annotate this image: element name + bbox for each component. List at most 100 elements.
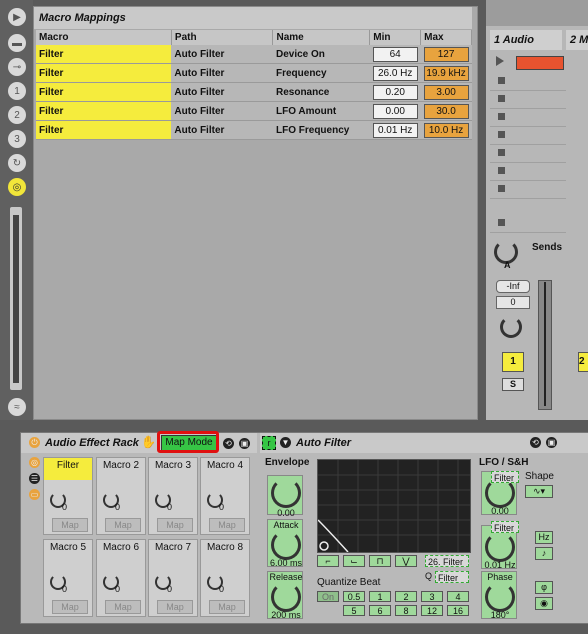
macro-map-button[interactable]: Map (209, 600, 245, 614)
release-knob[interactable]: Release 200 ms (267, 571, 303, 620)
clip-slot[interactable] (490, 108, 566, 127)
highpass-button[interactable]: ⌙ (343, 555, 365, 567)
macro-knob-7[interactable]: Macro 7 0 Map (148, 539, 198, 617)
clip-slot[interactable] (490, 126, 566, 145)
clip-slot[interactable] (490, 72, 566, 91)
quantize-16-button[interactable]: 16 (447, 605, 469, 616)
macro-cell[interactable]: Filter (36, 63, 172, 83)
col-name[interactable]: Name (272, 30, 371, 45)
track-title-2[interactable]: 2 M (566, 30, 588, 50)
table-row[interactable]: Filter Auto Filter Frequency 26.0 Hz 19.… (36, 63, 472, 83)
macro-cell[interactable]: Filter (36, 120, 172, 140)
table-row[interactable]: Filter Auto Filter Device On 64 127 (36, 45, 472, 64)
sync-mode-icon[interactable]: ♪ (535, 547, 553, 560)
quantize-8-button[interactable]: 8 (395, 605, 417, 616)
table-row[interactable]: Filter Auto Filter LFO Frequency 0.01 Hz… (36, 120, 472, 140)
macro-map-button[interactable]: Map (157, 600, 193, 614)
quantize-5-button[interactable]: 5 (343, 605, 365, 616)
macro-knob-8[interactable]: Macro 8 0 Map (200, 539, 250, 617)
lfo-frequency-filter-tag[interactable]: Filter (491, 521, 519, 533)
quantize-4-button[interactable]: 4 (447, 591, 469, 602)
frequency-field[interactable]: 26. Filter (425, 555, 469, 567)
quantize-2-button[interactable]: 2 (395, 591, 417, 602)
filter-response-display[interactable] (317, 459, 471, 553)
notch-button[interactable]: ⋁ (395, 555, 417, 567)
track-title[interactable]: 1 Audio (490, 30, 562, 50)
track-activator-2[interactable]: 2 (578, 352, 588, 372)
plug-icon[interactable]: ⊸ (8, 58, 26, 76)
hz-mode-button[interactable]: Hz (535, 531, 553, 544)
macro-view-icon[interactable]: ◎ (8, 178, 26, 196)
clip-slot[interactable] (490, 180, 566, 199)
col-max[interactable]: Max (420, 30, 472, 45)
min-field[interactable]: 26.0 Hz (372, 65, 418, 81)
quantize-3-button[interactable]: 3 (421, 591, 443, 602)
macro-map-button[interactable]: Map (105, 600, 141, 614)
lfo-amount-filter-tag[interactable]: Filter (491, 471, 519, 483)
pan-field[interactable]: 0 (496, 296, 530, 309)
hand-icon[interactable]: ✋ (141, 435, 156, 449)
quantize-0.5-button[interactable]: 0.5 (343, 591, 365, 602)
chain-list-icon[interactable]: ☰ (29, 473, 40, 484)
folder-2-icon[interactable]: 2 (8, 106, 26, 124)
collapse-icon[interactable]: ▼ (280, 437, 291, 448)
min-field[interactable]: 0.20 (372, 84, 418, 100)
max-field[interactable]: 10.0 Hz (423, 122, 469, 138)
attack-knob[interactable]: Attack 6.00 ms (267, 519, 303, 568)
col-path[interactable]: Path (171, 30, 274, 45)
clip-slot[interactable] (490, 162, 566, 181)
save-preset-icon[interactable]: ▣ (239, 438, 250, 449)
macro-knob-4[interactable]: Macro 4 0 Map (200, 457, 250, 535)
max-field[interactable]: 19.9 kHz (423, 65, 469, 81)
table-row[interactable]: Filter Auto Filter LFO Amount 0.00 30.0 (36, 101, 472, 121)
max-field[interactable]: 3.00 (423, 84, 469, 100)
waveform-icon[interactable]: ≈ (8, 398, 26, 416)
quantize-1-button[interactable]: 1 (369, 591, 391, 602)
solo-button[interactable]: S (502, 378, 524, 391)
quantize-on-button[interactable]: On (317, 591, 339, 602)
macro-map-button[interactable]: Map (105, 518, 141, 532)
bandpass-button[interactable]: ⊓ (369, 555, 391, 567)
min-field[interactable]: 0.01 Hz (372, 122, 418, 138)
stop-clip-slot[interactable] (490, 214, 566, 233)
track-activator[interactable]: 1 (502, 352, 524, 372)
hot-swap-icon[interactable]: ⟲ (223, 438, 234, 449)
quantize-6-button[interactable]: 6 (369, 605, 391, 616)
col-macro[interactable]: Macro (36, 30, 172, 45)
folder-1-icon[interactable]: 1 (8, 82, 26, 100)
q-filter-field[interactable]: Filter (435, 571, 469, 583)
save-preset-icon[interactable]: ▣ (546, 437, 557, 448)
macro-cell[interactable]: Filter (36, 45, 172, 64)
macro-knob-2[interactable]: Macro 2 0 Map (96, 457, 146, 535)
phase-mode-icon[interactable]: φ (535, 581, 553, 594)
macro-show-icon[interactable]: ◎ (29, 457, 40, 468)
col-min[interactable]: Min (369, 30, 422, 45)
spin-mode-icon[interactable]: ◉ (535, 597, 553, 610)
macro-map-button[interactable]: Map (209, 518, 245, 532)
clip-slot[interactable] (490, 90, 566, 109)
min-field[interactable]: 64 (372, 46, 418, 62)
device-on-toggle[interactable]: r (262, 436, 276, 450)
macro-map-button[interactable]: Map (52, 518, 88, 532)
volume-field[interactable]: -Inf (496, 280, 530, 293)
macro-knob-3[interactable]: Macro 3 0 Map (148, 457, 198, 535)
lfo-shape-selector[interactable]: ∿▾ (525, 485, 553, 498)
macro-map-button[interactable]: Map (52, 600, 88, 614)
refresh-icon[interactable]: ↻ (8, 154, 26, 172)
volume-fader-track[interactable] (544, 282, 546, 406)
macro-knob-1[interactable]: Filter 0 Map (43, 457, 93, 535)
quantize-12-button[interactable]: 12 (421, 605, 443, 616)
macro-knob-5[interactable]: Macro 5 0 Map (43, 539, 93, 617)
max-field[interactable]: 30.0 (423, 103, 469, 119)
phase-knob[interactable]: Phase 180° (481, 571, 517, 620)
folder-icon[interactable]: ▬ (8, 34, 26, 52)
device-list-icon[interactable]: ▭ (29, 489, 40, 500)
hot-swap-icon[interactable]: ⟲ (530, 437, 541, 448)
play-icon[interactable]: ▶ (8, 8, 26, 26)
clip-slot-active[interactable] (516, 56, 564, 70)
browser-scrollbar[interactable] (10, 207, 22, 390)
power-icon[interactable]: ⏻ (29, 437, 40, 448)
macro-cell[interactable]: Filter (36, 101, 172, 121)
clip-play-icon[interactable] (496, 56, 504, 66)
envelope-amount-knob[interactable]: 0.00 (267, 475, 303, 518)
